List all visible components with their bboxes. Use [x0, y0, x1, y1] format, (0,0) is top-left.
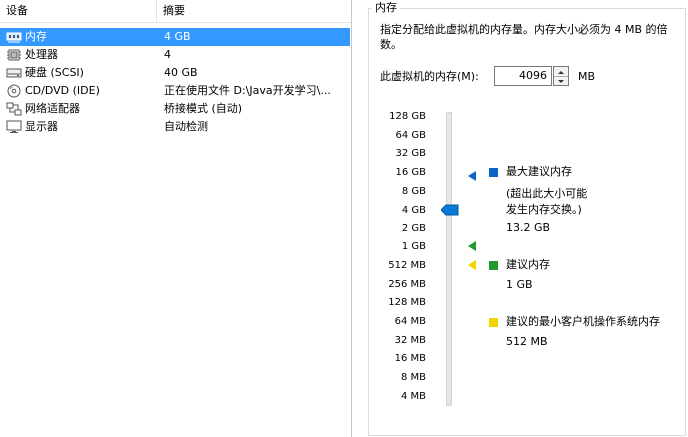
- device-name: 显示器: [25, 120, 58, 133]
- device-summary: 自动检测: [164, 120, 208, 133]
- scale-label: 16 GB: [395, 167, 426, 178]
- memory-group-title: 内存: [372, 0, 400, 16]
- scale-label: 32 MB: [394, 335, 426, 346]
- device-summary: 桥接模式 (自动): [164, 102, 243, 115]
- recommended-legend-value: 1 GB: [506, 278, 533, 291]
- table-header: 设备 摘要: [0, 0, 351, 23]
- memory-slider-track[interactable]: [446, 112, 452, 406]
- scale-label: 8 GB: [401, 186, 426, 197]
- harddisk-icon: [6, 66, 22, 80]
- scale-label: 64 MB: [394, 316, 426, 327]
- device-name: 网络适配器: [25, 102, 80, 115]
- device-name: CD/DVD (IDE): [25, 84, 100, 97]
- cd-icon: [6, 84, 22, 98]
- spin-down-button[interactable]: [554, 76, 568, 85]
- scale-label: 1 GB: [401, 241, 426, 252]
- device-summary: 正在使用文件 D:\Java开发学习\...: [164, 84, 331, 97]
- max-legend-note: 发生内存交换。): [506, 203, 582, 216]
- device-row-display[interactable]: 显示器 自动检测: [0, 118, 350, 136]
- min-guest-legend-square: [489, 318, 498, 327]
- device-name: 内存: [25, 30, 47, 43]
- column-header-summary[interactable]: 摘要: [163, 0, 185, 22]
- max-legend-note: (超出此大小可能: [506, 187, 588, 200]
- device-list-panel: 设备 摘要 内存 4 GB 处理器 4 硬盘 (SCSI) 40 GB CD/D…: [0, 0, 352, 437]
- memory-slider-thumb[interactable]: [440, 204, 459, 216]
- memory-unit: MB: [578, 70, 596, 83]
- device-name: 处理器: [25, 48, 58, 61]
- max-legend-value: 13.2 GB: [506, 221, 551, 234]
- memory-size-input[interactable]: 4096: [494, 66, 552, 86]
- scale-label: 32 GB: [395, 148, 426, 159]
- device-row-harddisk[interactable]: 硬盘 (SCSI) 40 GB: [0, 64, 350, 82]
- network-icon: [6, 102, 22, 116]
- memory-spinner[interactable]: [553, 66, 569, 86]
- device-row-cddvd[interactable]: CD/DVD (IDE) 正在使用文件 D:\Java开发学习\...: [0, 82, 350, 100]
- scale-label: 256 MB: [388, 279, 426, 290]
- max-recommended-marker: [467, 171, 477, 184]
- scale-label: 128 MB: [388, 297, 426, 308]
- device-summary: 4: [164, 48, 171, 61]
- column-separator[interactable]: [156, 0, 157, 22]
- device-name: 硬盘 (SCSI): [25, 66, 84, 79]
- min-guest-legend-title: 建议的最小客户机操作系统内存: [506, 315, 660, 328]
- device-row-memory[interactable]: 内存 4 GB: [0, 28, 350, 46]
- recommended-marker: [467, 241, 477, 254]
- display-icon: [6, 120, 22, 134]
- device-summary: 4 GB: [164, 30, 191, 43]
- device-summary: 40 GB: [164, 66, 198, 79]
- device-row-cpu[interactable]: 处理器 4: [0, 46, 350, 64]
- recommended-legend-square: [489, 261, 498, 270]
- chevron-down-icon: [558, 80, 564, 83]
- cpu-icon: [6, 48, 22, 62]
- memory-description: 指定分配给此虚拟机的内存量。内存大小必须为 4 MB 的倍数。: [380, 23, 668, 51]
- scale-label: 4 GB: [401, 205, 426, 216]
- min-guest-marker: [467, 260, 477, 273]
- scale-label: 2 GB: [401, 223, 426, 234]
- scale-label: 4 MB: [400, 391, 426, 402]
- max-legend-square: [489, 168, 498, 177]
- scale-label: 64 GB: [395, 130, 426, 141]
- memory-icon: [6, 30, 22, 44]
- min-guest-legend-value: 512 MB: [506, 335, 548, 348]
- scale-label: 8 MB: [400, 372, 426, 383]
- column-header-device[interactable]: 设备: [6, 0, 28, 22]
- max-legend-title: 最大建议内存: [506, 165, 572, 178]
- memory-size-label: 此虚拟机的内存(M):: [380, 70, 479, 83]
- device-row-network[interactable]: 网络适配器 桥接模式 (自动): [0, 100, 350, 118]
- scale-label: 512 MB: [388, 260, 426, 271]
- scale-label: 16 MB: [394, 353, 426, 364]
- scale-label: 128 GB: [389, 111, 426, 122]
- recommended-legend-title: 建议内存: [506, 258, 550, 271]
